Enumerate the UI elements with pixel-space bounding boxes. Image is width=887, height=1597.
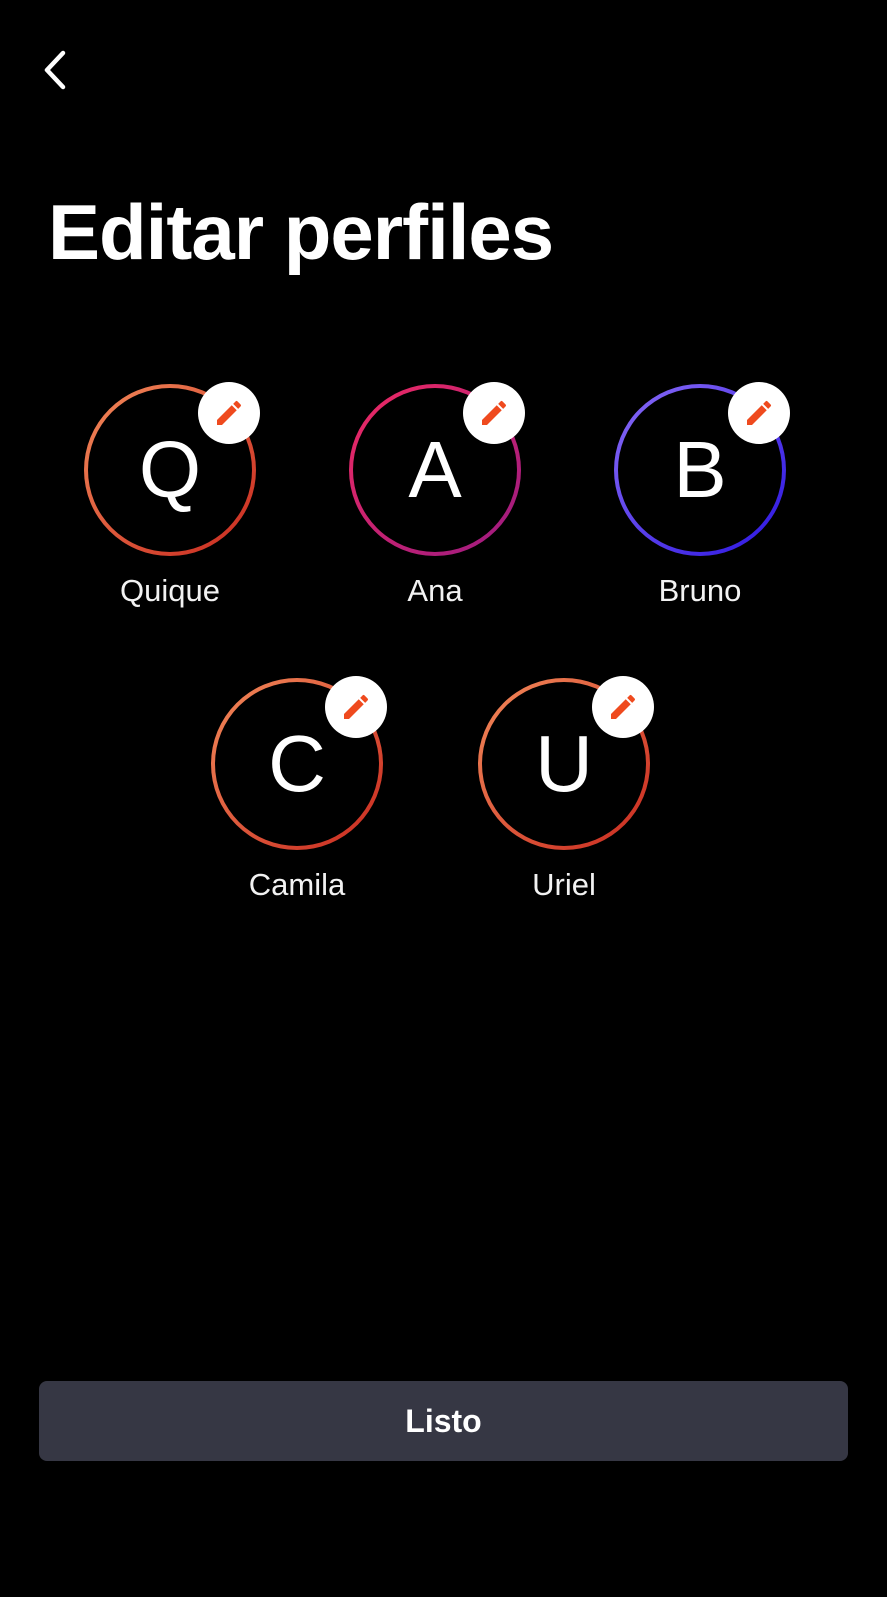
chevron-left-icon (44, 50, 66, 90)
profile-name: Camila (248, 867, 346, 902)
profile-camila[interactable]: C Camila (197, 676, 397, 928)
profile-name: Bruno (658, 573, 742, 608)
edit-profile-button[interactable] (198, 382, 260, 444)
edit-profile-button[interactable] (592, 676, 654, 738)
avatar-initial: U (535, 719, 593, 808)
pencil-icon (482, 400, 507, 425)
profile-name: Quique (120, 573, 220, 608)
done-button[interactable]: Listo (39, 1381, 848, 1461)
back-button[interactable] (30, 44, 82, 96)
pencil-icon (747, 400, 772, 425)
profile-name: Ana (407, 573, 463, 608)
profile-name: Uriel (532, 867, 596, 902)
pencil-icon (611, 694, 636, 719)
edit-profile-button[interactable] (463, 382, 525, 444)
pencil-icon (344, 694, 369, 719)
profile-quique[interactable]: Q Quique (70, 382, 270, 634)
avatar-initial: Q (138, 425, 202, 514)
page-title: Editar perfiles (48, 188, 554, 276)
edit-profile-button[interactable] (325, 676, 387, 738)
pencil-icon (217, 400, 242, 425)
edit-profile-button[interactable] (728, 382, 790, 444)
profile-ana[interactable]: A Ana (335, 382, 535, 634)
avatar-initial: A (408, 425, 462, 514)
profile-uriel[interactable]: U Uriel (464, 676, 664, 928)
avatar-initial: B (673, 425, 727, 514)
profile-bruno[interactable]: B Bruno (600, 382, 800, 634)
avatar-initial: C (268, 719, 326, 808)
